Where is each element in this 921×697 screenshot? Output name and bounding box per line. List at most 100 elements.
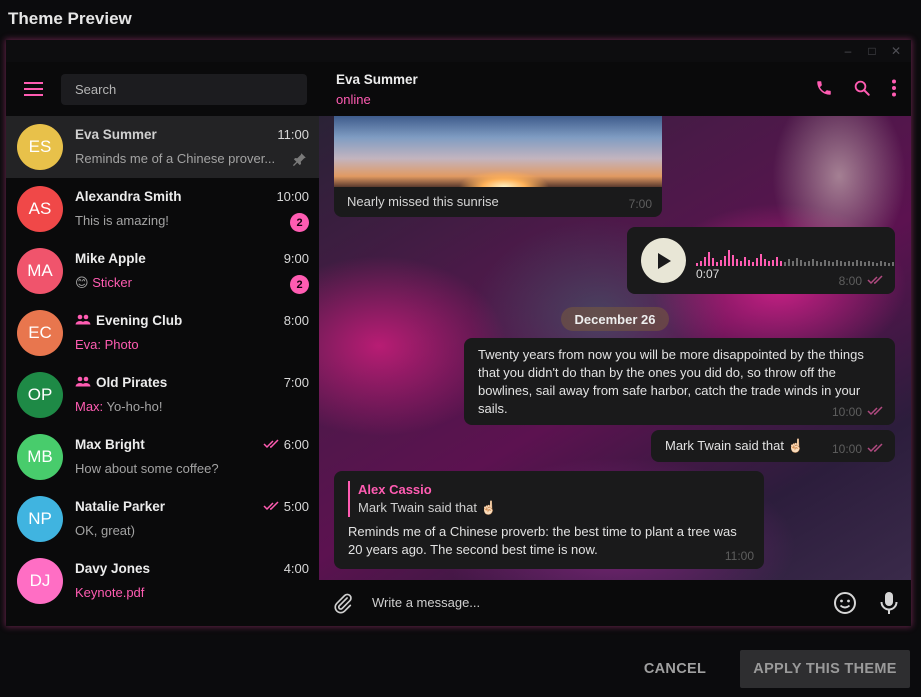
waveform-bar	[876, 263, 878, 266]
waveform-bar	[880, 261, 882, 266]
chat-wallpaper: Nearly missed this sunrise 7:00 0:07 8:0…	[319, 116, 911, 580]
chat-list-item[interactable]: MB Max Bright 6:00 How about some coffee?	[6, 426, 319, 488]
waveform-bar	[892, 262, 894, 266]
waveform-bar	[720, 260, 722, 266]
hamburger-menu-icon[interactable]	[24, 82, 43, 96]
chat-list-item[interactable]: OP Old Pirates 7:00 Max: Yo-ho-ho!	[6, 364, 319, 426]
double-check-icon	[867, 403, 885, 421]
chat-list-item[interactable]: ES Eva Summer 11:00 Reminds me of a Chinese…	[6, 116, 319, 178]
chat-preview: Reminds me of a Chinese prover...	[75, 151, 285, 166]
waveform-bar	[868, 261, 870, 266]
chat-list-item[interactable]: MA Mike Apple 9:00 😊 Sticker 2	[6, 240, 319, 302]
chat-preview: This is amazing!	[75, 213, 285, 228]
chat-list-item[interactable]: NP Natalie Parker 5:00 OK, great)	[6, 488, 319, 550]
waveform-bar	[768, 261, 770, 266]
group-icon	[75, 313, 91, 328]
double-check-icon	[867, 272, 885, 290]
chat-title[interactable]: Eva Summer	[336, 72, 418, 87]
chat-time-row: 9:00	[284, 251, 309, 266]
chat-name: Natalie Parker	[75, 499, 165, 514]
phone-icon[interactable]	[815, 79, 833, 97]
chat-name-text: Mike Apple	[75, 251, 146, 266]
waveform-bar	[840, 261, 842, 266]
chat-time: 6:00	[283, 437, 309, 452]
preview-window: – □ ✕ Search ES Eva Summer 11:00 Reminds me…	[6, 40, 911, 626]
voice-message[interactable]: 0:07 8:00	[627, 227, 895, 294]
waveform-bar	[756, 258, 758, 266]
chat-name: Davy Jones	[75, 561, 150, 576]
chat-name-text: Davy Jones	[75, 561, 151, 576]
minimize-icon[interactable]: –	[843, 44, 853, 58]
avatar: DJ	[17, 558, 63, 604]
waveform-bar	[744, 257, 746, 266]
search-icon[interactable]	[853, 79, 871, 97]
waveform-bar	[824, 260, 826, 266]
message-time-row: 10:00	[832, 403, 885, 421]
apply-theme-button[interactable]: APPLY THIS THEME	[740, 650, 910, 688]
play-icon[interactable]	[641, 238, 686, 283]
chat-time-row: 10:00	[276, 189, 309, 204]
waveform-bar	[828, 261, 830, 266]
waveform-bar	[836, 260, 838, 266]
photo-message[interactable]: Nearly missed this sunrise 7:00	[334, 116, 662, 217]
waveform-bar	[816, 261, 818, 266]
more-icon[interactable]	[891, 79, 897, 97]
chat-name: Max Bright	[75, 437, 145, 452]
cancel-button[interactable]: CANCEL	[630, 650, 720, 688]
avatar: MB	[17, 434, 63, 480]
double-check-icon	[263, 499, 281, 514]
chat-time-row: 6:00	[263, 437, 309, 452]
maximize-icon[interactable]: □	[867, 44, 877, 58]
reply-quote[interactable]: Alex Cassio Mark Twain said that ☝🏻	[348, 481, 750, 517]
unread-badge: 2	[290, 275, 309, 294]
preview-emoji: 😊	[75, 275, 89, 290]
chat-name-text: Eva Summer	[75, 127, 157, 142]
chat-list-item[interactable]: AS Alexandra Smith 10:00 This is amazing! 2	[6, 178, 319, 240]
chat-status: online	[336, 92, 371, 107]
preview-text: Reminds me of a Chinese prover...	[75, 151, 276, 166]
waveform-bar	[776, 257, 778, 266]
message-text: Reminds me of a Chinese proverb: the bes…	[348, 524, 737, 557]
outgoing-message[interactable]: Twenty years from now you will be more d…	[464, 338, 895, 425]
chat-panel: Eva Summer online Nearly missed this sun…	[319, 62, 911, 626]
chat-list-sidebar: Search ES Eva Summer 11:00 Reminds me of a …	[6, 62, 319, 626]
chat-list: ES Eva Summer 11:00 Reminds me of a Chinese…	[6, 116, 319, 612]
avatar: NP	[17, 496, 63, 542]
message-time: 10:00	[831, 442, 862, 456]
chat-time-row: 11:00	[277, 127, 309, 142]
chat-preview: Max: Yo-ho-ho!	[75, 399, 285, 414]
message-time: 10:00	[831, 405, 862, 419]
voice-waveform[interactable]	[696, 239, 896, 273]
chat-name: Evening Club	[75, 313, 182, 328]
chat-list-item[interactable]: DJ Davy Jones 4:00 Keynote.pdf	[6, 550, 319, 612]
incoming-reply-message[interactable]: Alex Cassio Mark Twain said that ☝🏻 Remi…	[334, 471, 764, 569]
search-input[interactable]: Search	[61, 73, 307, 105]
attach-icon[interactable]	[332, 591, 354, 620]
sunrise-photo[interactable]	[334, 116, 662, 187]
close-icon[interactable]: ✕	[891, 44, 901, 58]
message-input[interactable]: Write a message...	[372, 595, 480, 610]
message-text: Twenty years from now you will be more d…	[478, 347, 864, 416]
outgoing-message[interactable]: Mark Twain said that ☝🏻 10:00	[651, 430, 895, 462]
preview-text: Yo-ho-ho!	[103, 399, 163, 414]
photo-caption: Nearly missed this sunrise	[347, 194, 499, 209]
double-check-icon	[263, 437, 281, 452]
window-controls: – □ ✕	[6, 40, 911, 62]
waveform-bar	[792, 261, 794, 266]
chat-name-text: Alexandra Smith	[75, 189, 182, 204]
date-separator: December 26	[561, 307, 669, 331]
microphone-icon[interactable]	[879, 591, 899, 620]
chat-list-item[interactable]: EC Evening Club 8:00 Eva: Photo	[6, 302, 319, 364]
waveform-bar	[872, 262, 874, 266]
quote-author: Alex Cassio	[358, 482, 432, 497]
emoji-icon[interactable]	[833, 591, 857, 620]
waveform-bar	[796, 258, 798, 266]
message-time-row: 8:00	[839, 272, 885, 290]
avatar: ES	[17, 124, 63, 170]
quote-text: Mark Twain said that ☝🏻	[358, 500, 497, 515]
voice-duration: 0:07	[696, 267, 720, 281]
waveform-bar	[804, 262, 806, 266]
message-composer: Write a message...	[319, 580, 911, 626]
waveform-bar	[884, 262, 886, 266]
preview-text: How about some coffee?	[75, 461, 219, 476]
